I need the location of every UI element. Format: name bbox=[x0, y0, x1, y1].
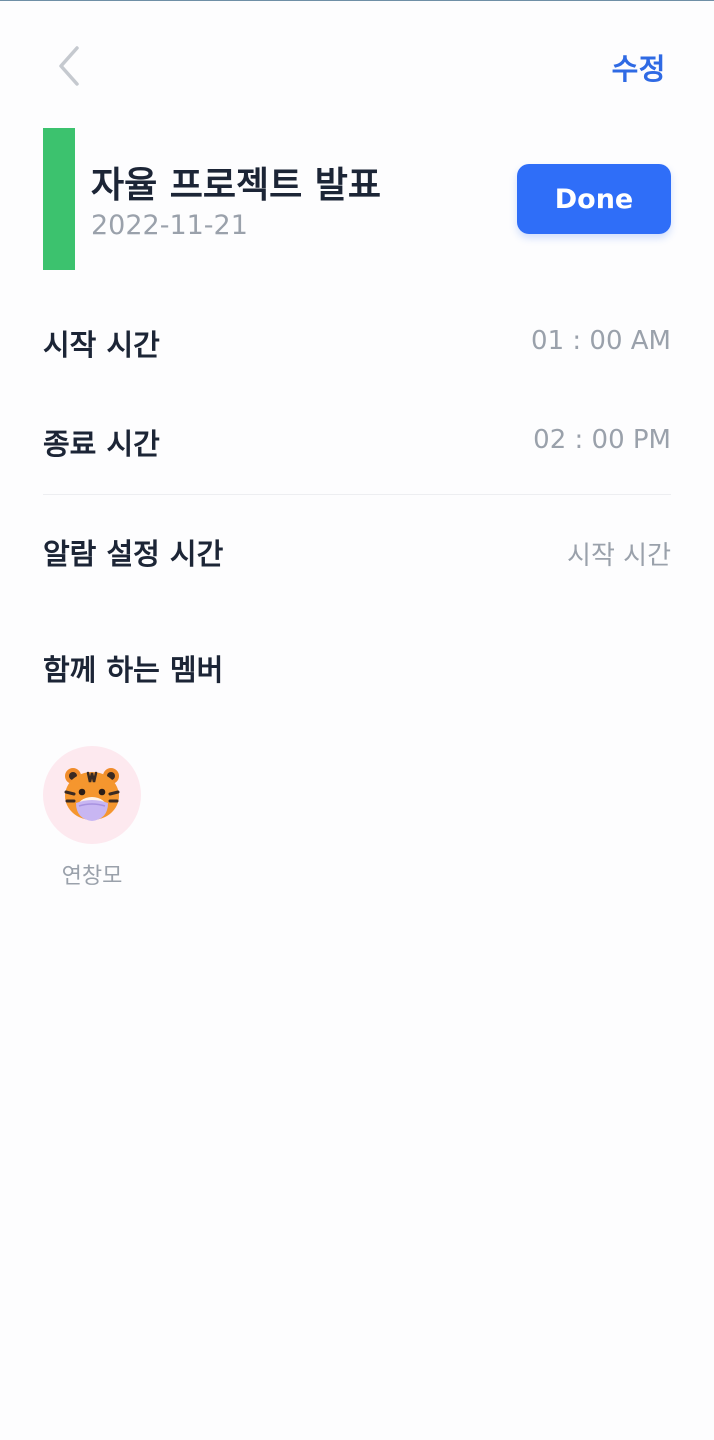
tiger-icon bbox=[64, 768, 120, 821]
alarm-label: 알람 설정 시간 bbox=[43, 537, 224, 571]
alarm-value[interactable]: 시작 시간 bbox=[567, 535, 671, 572]
edit-button[interactable]: 수정 bbox=[612, 46, 666, 88]
done-button[interactable]: Done bbox=[517, 164, 671, 234]
end-time-value[interactable]: 02 : 00 PM bbox=[533, 425, 671, 455]
section-divider bbox=[43, 494, 671, 495]
chevron-left-icon bbox=[59, 46, 79, 86]
members-heading: 함께 하는 멤버 bbox=[43, 653, 224, 687]
start-time-value[interactable]: 01 : 00 AM bbox=[531, 326, 671, 356]
start-time-label: 시작 시간 bbox=[43, 328, 160, 362]
member-item[interactable]: 연창모 bbox=[43, 746, 141, 890]
avatar bbox=[43, 746, 141, 844]
top-divider bbox=[0, 0, 714, 1]
event-date: 2022-11-21 bbox=[91, 210, 248, 241]
event-title: 자율 프로젝트 발표 bbox=[91, 165, 382, 206]
back-button[interactable] bbox=[44, 40, 92, 92]
end-time-label: 종료 시간 bbox=[43, 427, 160, 461]
event-color-bar bbox=[43, 128, 75, 270]
member-name: 연창모 bbox=[61, 864, 123, 889]
